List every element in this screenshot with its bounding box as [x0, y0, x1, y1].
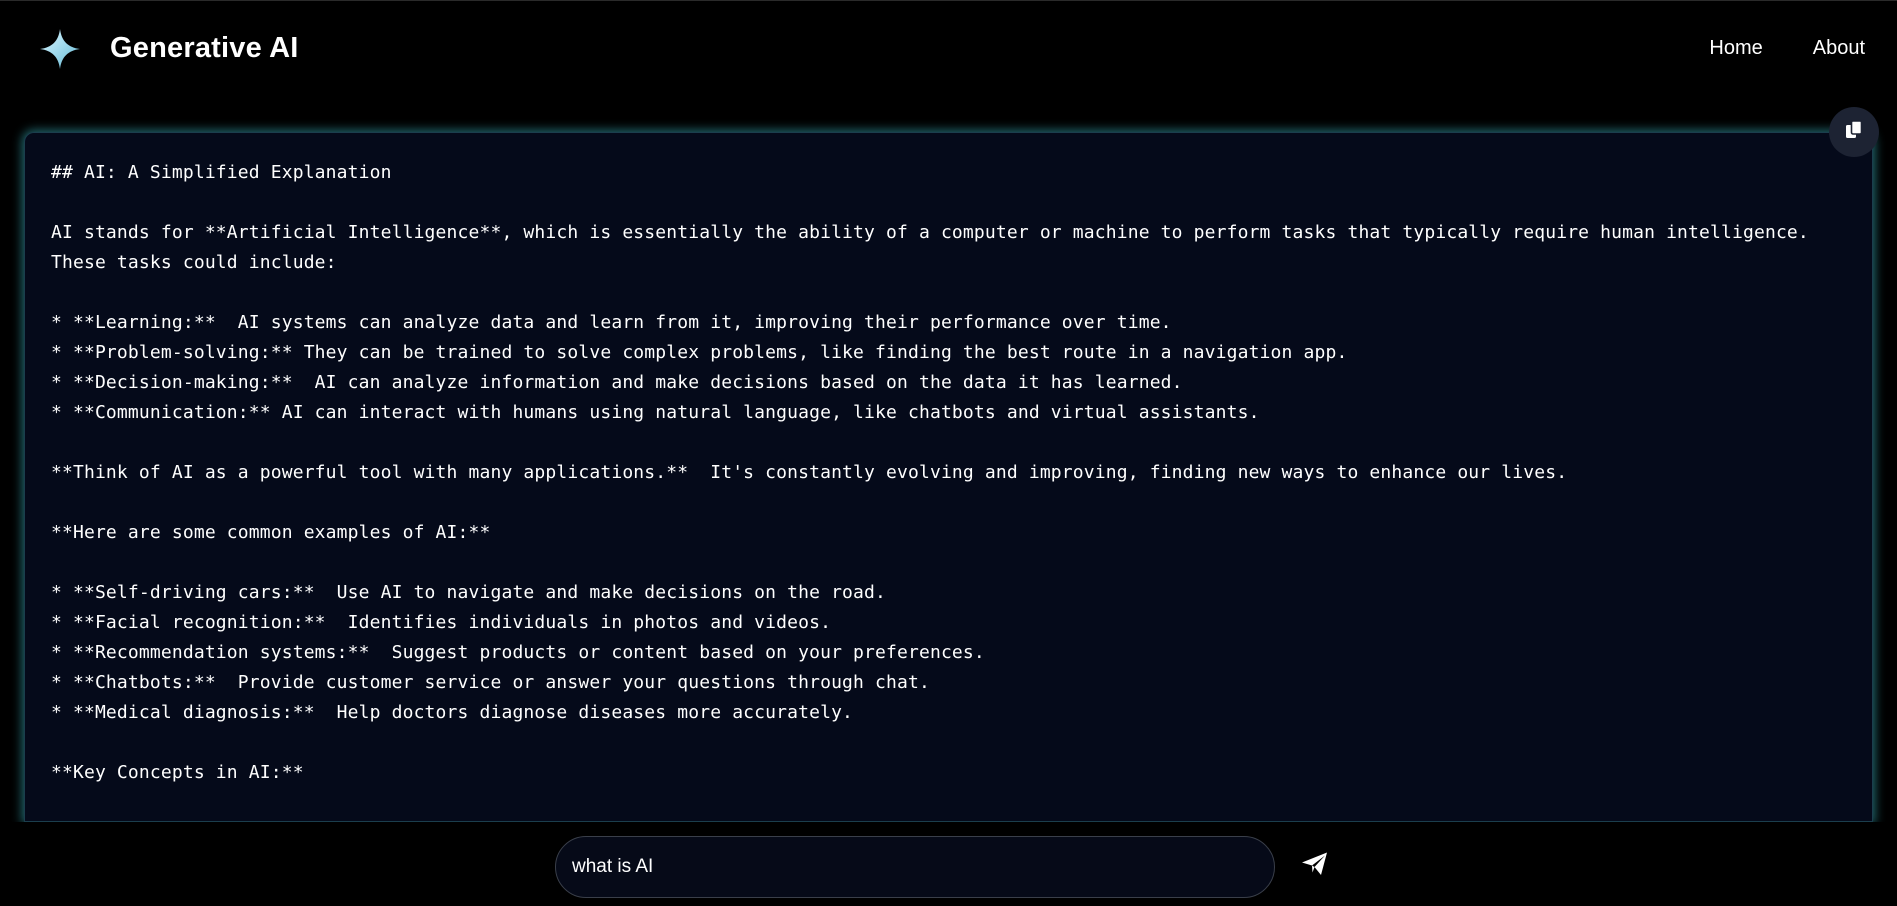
copy-button[interactable]: [1829, 107, 1879, 157]
brand[interactable]: Generative AI: [36, 25, 299, 73]
top-header: Generative AI Home About: [0, 1, 1897, 97]
copy-icon: [1843, 119, 1865, 146]
brand-title: Generative AI: [110, 31, 299, 64]
prompt-input[interactable]: [555, 836, 1275, 898]
response-panel[interactable]: ## AI: A Simplified Explanation AI stand…: [24, 132, 1873, 822]
prompt-bar: [0, 822, 1897, 906]
send-icon: [1301, 851, 1329, 882]
send-button[interactable]: [1295, 846, 1335, 886]
sparkle-icon: [36, 25, 84, 73]
response-text: ## AI: A Simplified Explanation AI stand…: [51, 162, 1809, 783]
app-window: Generative AI Home About ## AI: A Simpli…: [0, 0, 1897, 906]
main-nav: Home About: [1709, 37, 1865, 60]
nav-about-link[interactable]: About: [1813, 37, 1865, 60]
nav-home-link[interactable]: Home: [1709, 37, 1762, 60]
